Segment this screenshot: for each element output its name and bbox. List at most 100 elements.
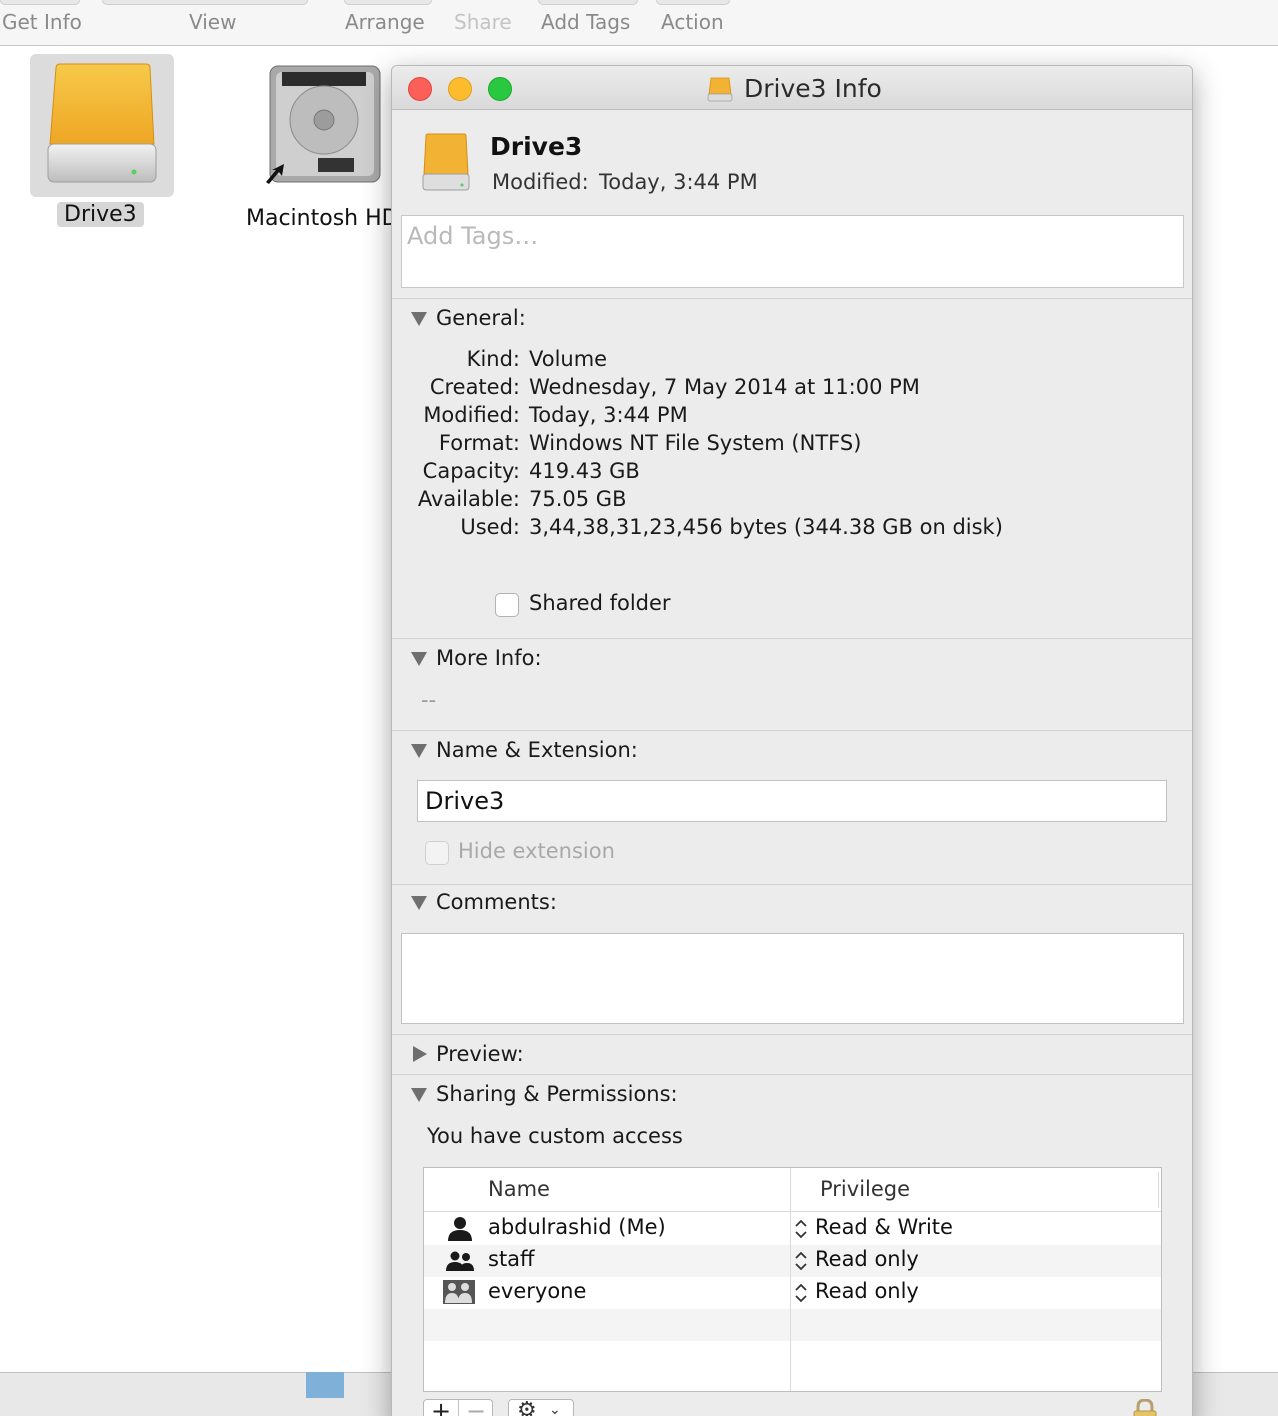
header-modified-label: Modified:	[492, 170, 589, 194]
kind-value: Volume	[529, 347, 608, 371]
section-divider	[392, 298, 1192, 299]
permission-user-name: abdulrashid (Me)	[488, 1215, 666, 1239]
window-titlebar[interactable]: Drive3 Info	[392, 66, 1192, 110]
tags-segment[interactable]	[538, 0, 638, 5]
used-value: 3,44,38,31,23,456 bytes (344.38 GB on di…	[529, 515, 1003, 539]
permission-user-name: staff	[488, 1247, 535, 1271]
sharing-section-title[interactable]: Sharing & Permissions:	[436, 1082, 678, 1106]
table-row[interactable]: abdulrashid (Me) Read & Write	[424, 1213, 1161, 1245]
table-row[interactable]: everyone Read only	[424, 1277, 1161, 1309]
action-segment[interactable]	[656, 0, 730, 5]
comments-textarea[interactable]	[402, 934, 1183, 1023]
preview-section-title[interactable]: Preview:	[436, 1042, 524, 1066]
more-info-section-title[interactable]: More Info:	[436, 646, 542, 670]
hide-extension-label[interactable]: Hide extension	[458, 839, 615, 863]
comments-field[interactable]	[401, 933, 1184, 1024]
name-extension-section-title[interactable]: Name & Extension:	[436, 738, 638, 762]
toolbar-segment[interactable]	[0, 0, 80, 5]
updown-arrows-icon[interactable]	[794, 1218, 808, 1240]
toolbar-share[interactable]: Share	[454, 10, 512, 34]
get-info-window: Drive3 Info Drive3 Modified: Today, 3:44…	[391, 65, 1193, 1416]
toolbar-view[interactable]: View	[189, 10, 236, 34]
available-value: 75.05 GB	[529, 487, 627, 511]
name-extension-disclosure-icon[interactable]	[411, 744, 427, 758]
updown-arrows-icon[interactable]	[794, 1250, 808, 1272]
section-divider	[392, 884, 1192, 885]
capacity-value: 419.43 GB	[529, 459, 640, 483]
toolbar-get-info[interactable]: Get Info	[2, 10, 82, 34]
comments-disclosure-icon[interactable]	[411, 896, 427, 910]
updown-arrows-icon[interactable]	[794, 1282, 808, 1304]
drive3-label[interactable]: Drive3	[57, 202, 144, 227]
chevron-down-icon: ⌄	[549, 1402, 561, 1416]
capacity-label: Capacity:	[422, 459, 520, 483]
permission-privilege[interactable]: Read only	[815, 1247, 919, 1271]
button-divider	[458, 1400, 459, 1416]
action-menu-button[interactable]: ⚙ ⌄	[508, 1398, 574, 1416]
zoom-button[interactable]	[488, 77, 512, 101]
section-divider	[392, 730, 1192, 731]
everyone-icon	[443, 1280, 475, 1304]
macintosh-hd-label[interactable]: Macintosh HD	[246, 206, 399, 231]
more-info-value: --	[421, 688, 437, 712]
preview-disclosure-icon[interactable]	[413, 1046, 427, 1062]
table-row	[424, 1341, 1161, 1373]
add-remove-control: + −	[423, 1397, 493, 1416]
access-status-text: You have custom access	[427, 1124, 683, 1148]
drive3-icon-item[interactable]	[30, 54, 174, 197]
window-title: Drive3 Info	[744, 74, 882, 103]
name-input[interactable]	[418, 781, 1166, 821]
table-row[interactable]: staff Read only	[424, 1245, 1161, 1277]
section-divider	[392, 1074, 1192, 1075]
gear-icon: ⚙	[517, 1398, 537, 1416]
table-row	[424, 1309, 1161, 1341]
drive3-header-icon	[422, 133, 470, 191]
group-icon	[446, 1251, 474, 1271]
tags-input[interactable]	[402, 216, 1183, 256]
header-modified-value: Today, 3:44 PM	[599, 170, 758, 194]
sharing-disclosure-icon[interactable]	[411, 1088, 427, 1102]
created-value: Wednesday, 7 May 2014 at 11:00 PM	[529, 375, 920, 399]
permission-privilege[interactable]: Read & Write	[815, 1215, 953, 1239]
user-icon	[448, 1217, 472, 1241]
shared-folder-checkbox[interactable]	[495, 593, 519, 617]
permissions-table-header: Name Privilege	[424, 1168, 1161, 1212]
used-label: Used:	[460, 515, 520, 539]
external-drive-icon	[47, 63, 157, 183]
tags-field[interactable]	[401, 215, 1184, 288]
section-divider	[392, 1034, 1192, 1035]
section-divider	[392, 638, 1192, 639]
toolbar-action[interactable]: Action	[661, 10, 724, 34]
plus-icon[interactable]: +	[431, 1397, 451, 1416]
minus-icon[interactable]: −	[466, 1397, 486, 1416]
macintosh-hd-icon-item[interactable]	[262, 62, 386, 188]
toolbar-add-tags[interactable]: Add Tags	[541, 10, 630, 34]
blue-selection-chip	[306, 1372, 344, 1398]
general-section-title[interactable]: General:	[436, 306, 526, 330]
general-disclosure-icon[interactable]	[411, 312, 427, 326]
hard-disk-icon	[266, 65, 381, 184]
shared-folder-label[interactable]: Shared folder	[529, 591, 671, 615]
close-button[interactable]	[408, 77, 432, 101]
view-segment-control[interactable]	[102, 0, 308, 5]
minimize-button[interactable]	[448, 77, 472, 101]
arrange-segment[interactable]	[344, 0, 432, 5]
name-field[interactable]	[417, 780, 1167, 822]
privilege-column-header[interactable]: Privilege	[820, 1177, 910, 1201]
permission-user-name: everyone	[488, 1279, 587, 1303]
finder-toolbar: Get Info View Arrange Share Add Tags Act…	[0, 0, 1278, 46]
name-column-header[interactable]: Name	[488, 1177, 550, 1201]
permission-privilege[interactable]: Read only	[815, 1279, 919, 1303]
lock-icon[interactable]	[1130, 1399, 1160, 1416]
column-divider	[790, 1168, 791, 1391]
more-info-disclosure-icon[interactable]	[411, 652, 427, 666]
toolbar-arrange[interactable]: Arrange	[345, 10, 425, 34]
comments-section-title[interactable]: Comments:	[436, 890, 557, 914]
created-label: Created:	[429, 375, 520, 399]
hide-extension-checkbox[interactable]	[425, 841, 449, 865]
format-value: Windows NT File System (NTFS)	[529, 431, 862, 455]
item-name: Drive3	[490, 132, 583, 161]
drive-icon	[707, 77, 733, 102]
modified-label: Modified:	[423, 403, 520, 427]
format-label: Format:	[438, 431, 520, 455]
